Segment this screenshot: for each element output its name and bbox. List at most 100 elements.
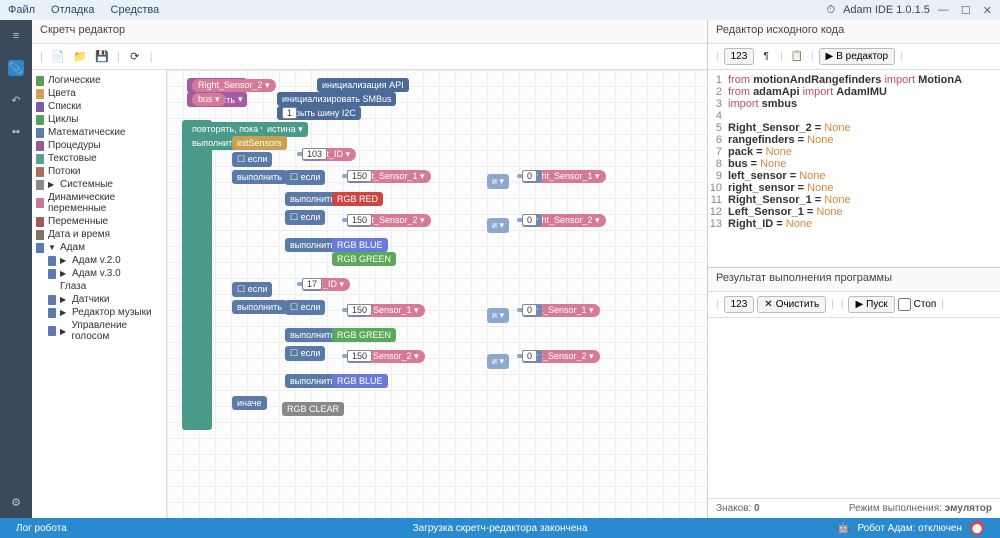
menu-debug[interactable]: Отладка — [51, 4, 94, 16]
block[interactable]: присвоить bus ▾ ▾ — [187, 92, 247, 107]
block[interactable]: RGB GREEN — [332, 252, 396, 266]
menu-tools[interactable]: Средства — [111, 4, 160, 16]
adam-voice[interactable]: ▶Управление голосом — [32, 319, 166, 343]
scratch-panel: Скретч редактор | 📄 📁 💾 | ⟳ | Логические… — [32, 20, 708, 518]
new-file-icon[interactable]: 📄 — [49, 48, 67, 66]
category-item[interactable]: Цвета — [32, 87, 166, 100]
adam-music[interactable]: ▶Редактор музыки — [32, 306, 166, 319]
code-line[interactable]: 10right_sensor = None — [708, 182, 1000, 194]
clock-icon: ⏱ — [826, 4, 835, 17]
block[interactable]: выполнить — [232, 300, 287, 314]
category-item[interactable]: Логические — [32, 74, 166, 87]
code-line[interactable]: 7pack = None — [708, 146, 1000, 158]
block[interactable]: ☐ если — [285, 300, 325, 315]
pilcrow-icon[interactable]: ¶ — [757, 48, 775, 66]
block[interactable]: и ▾ — [487, 174, 509, 189]
block[interactable]: ☐ если — [232, 282, 272, 297]
notification-badge[interactable]: ⬤1 — [970, 521, 984, 535]
undo-icon[interactable]: ↶ — [8, 92, 24, 108]
category-item[interactable]: Математические — [32, 126, 166, 139]
code-line[interactable]: 2from adamApi import AdamIMU — [708, 86, 1000, 98]
block[interactable]: и ▾ — [487, 354, 509, 369]
block[interactable]: Right_ID ▾ = ▾ 103 — [297, 152, 307, 156]
block[interactable]: и ▾ — [487, 308, 509, 323]
code-line[interactable]: 12Left_Sensor_1 = None — [708, 206, 1000, 218]
result-linenum[interactable]: 123 — [724, 296, 755, 313]
code-line[interactable]: 13Right_ID = None — [708, 218, 1000, 230]
block[interactable]: Right_Sensor_2 ▾ ≤ ▾ 150 — [342, 218, 352, 222]
settings-icon[interactable]: ⚙ — [8, 494, 24, 510]
block[interactable]: RGB CLEAR — [282, 402, 344, 416]
robot-icon[interactable]: ▪▪ — [8, 124, 24, 140]
block[interactable]: повторять, пока ▾ — [187, 122, 270, 137]
code-line[interactable]: 8bus = None — [708, 158, 1000, 170]
adam-sensors[interactable]: ▶Датчики — [32, 293, 166, 306]
save-icon[interactable]: 💾 — [93, 48, 111, 66]
code-line[interactable]: 1from motionAndRangefinders import Motio… — [708, 74, 1000, 86]
block[interactable]: RGB BLUE — [332, 374, 388, 388]
category-system[interactable]: ▶Системные — [32, 178, 166, 191]
category-item[interactable]: Динамические переменные — [32, 191, 166, 215]
block[interactable]: ☐ если — [232, 152, 272, 167]
block[interactable]: Right_Sensor_2 ▾ ≠ ▾ 0 — [517, 218, 527, 222]
category-item[interactable]: Процедуры — [32, 139, 166, 152]
adam-v3[interactable]: ▶Адам v.3.0 — [32, 267, 166, 280]
category-item[interactable]: Дата и время — [32, 228, 166, 241]
block[interactable]: открыть шину I2C 1 — [277, 106, 361, 120]
code-line[interactable]: 9left_sensor = None — [708, 170, 1000, 182]
block[interactable]: initSensors — [232, 136, 287, 150]
status-log[interactable]: Лог робота — [8, 523, 336, 534]
run-button[interactable]: ▶ Пуск — [848, 296, 894, 313]
close-icon[interactable]: ✕ — [983, 4, 992, 17]
category-item[interactable]: Текстовые — [32, 152, 166, 165]
refresh-icon[interactable]: ⟳ — [126, 48, 144, 66]
code-area[interactable]: 1from motionAndRangefinders import Motio… — [708, 70, 1000, 267]
menu-icon[interactable]: ≡ — [8, 28, 24, 44]
clear-button[interactable]: ✕ Очистить — [757, 296, 826, 313]
block[interactable]: Left_Sensor_1 ▾ ≤ ▾ 150 — [342, 308, 352, 312]
copy-icon[interactable]: 📋 — [788, 48, 806, 66]
category-item[interactable]: Потоки — [32, 165, 166, 178]
block[interactable]: истина ▾ — [262, 122, 308, 137]
block[interactable]: иначе — [232, 396, 267, 410]
code-line[interactable]: 5Right_Sensor_2 = None — [708, 122, 1000, 134]
block[interactable]: Left_Sensor_2 ▾ ≤ ▾ 150 — [342, 354, 352, 358]
block[interactable]: RGB BLUE — [332, 238, 388, 252]
block[interactable]: присвоить Right_Sensor_2 ▾ ▾ — [187, 78, 247, 93]
block[interactable]: и ▾ — [487, 218, 509, 233]
block[interactable]: Right_Sensor_1 ▾ ≤ ▾ 150 — [342, 174, 352, 178]
category-adam[interactable]: ▼Адам — [32, 241, 166, 254]
category-item[interactable]: Циклы — [32, 113, 166, 126]
category-item[interactable]: Списки — [32, 100, 166, 113]
block[interactable]: инициализировать SMBus — [277, 92, 396, 106]
category-item[interactable]: Переменные — [32, 215, 166, 228]
to-editor-button[interactable]: ▶ В редактор — [819, 48, 896, 65]
code-line[interactable]: 4 — [708, 110, 1000, 122]
attach-icon[interactable]: 📎 — [8, 60, 24, 76]
block[interactable]: Right_Sensor_1 ▾ ≠ ▾ 0 — [517, 174, 527, 178]
block[interactable]: ☐ если — [285, 170, 325, 185]
result-toolbar: | 123 ✕ Очистить | | ▶ Пуск Стоп | — [708, 292, 1000, 318]
block[interactable]: ☐ если — [285, 346, 325, 361]
block[interactable]: ☐ если — [285, 210, 325, 225]
block[interactable]: Left_Sensor_2 ▾ ≠ ▾ 0 — [517, 354, 527, 358]
adam-eyes[interactable]: Глаза — [32, 280, 166, 293]
block-canvas[interactable]: присвоить Right_Sensor_2 ▾ ▾ инициализаци… — [167, 70, 707, 518]
block[interactable]: выполнить — [232, 170, 287, 184]
code-line[interactable]: 3import smbus — [708, 98, 1000, 110]
maximize-icon[interactable]: ☐ — [961, 4, 971, 17]
code-line[interactable]: 11Right_Sensor_1 = None — [708, 194, 1000, 206]
open-folder-icon[interactable]: 📁 — [71, 48, 89, 66]
menu-file[interactable]: Файл — [8, 4, 35, 16]
minimize-icon[interactable]: — — [938, 4, 949, 17]
stop-checkbox[interactable]: Стоп — [898, 298, 937, 311]
block[interactable]: RGB GREEN — [332, 328, 396, 342]
block[interactable]: RGB RED — [332, 192, 383, 206]
block[interactable]: Left_ID ▾ = ▾ 17 — [297, 282, 307, 286]
adam-v2[interactable]: ▶Адам v.2.0 — [32, 254, 166, 267]
block[interactable]: инициализация API — [317, 78, 409, 92]
code-line[interactable]: 6rangefinders = None — [708, 134, 1000, 146]
block[interactable]: Left_Sensor_1 ▾ ≠ ▾ 0 — [517, 308, 527, 312]
linenum-toggle[interactable]: 123 — [724, 48, 755, 65]
result-panel: Результат выполнения программы | 123 ✕ О… — [708, 268, 1000, 518]
